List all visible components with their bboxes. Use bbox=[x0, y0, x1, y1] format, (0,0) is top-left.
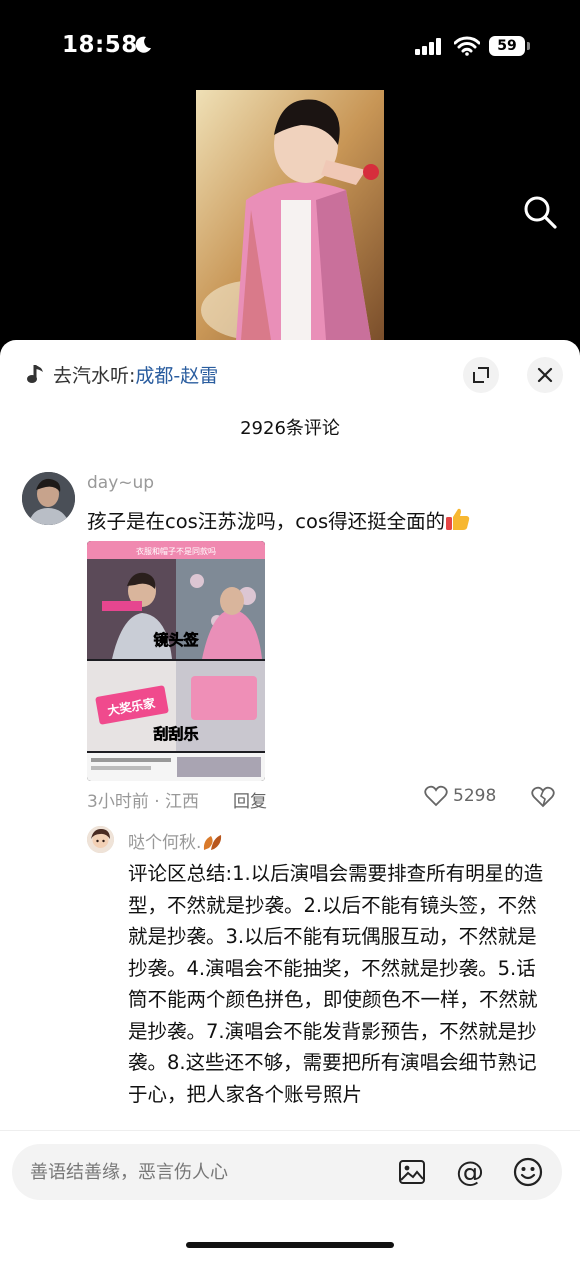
comment-input[interactable] bbox=[30, 1144, 390, 1200]
comment-input-bar: @ bbox=[0, 1130, 580, 1261]
heart-icon bbox=[424, 785, 448, 807]
comment-text[interactable]: 孩子是在cos汪苏泷吗，cos得还挺全面的 bbox=[87, 505, 471, 534]
comment-sheet: 去汽水听:成都-赵雷 2926条评论 day~up 孩子是在cos汪苏泷吗，co… bbox=[0, 340, 580, 1261]
comment-input-container[interactable]: @ bbox=[12, 1144, 562, 1200]
broken-heart-icon[interactable] bbox=[531, 785, 555, 809]
close-icon bbox=[537, 367, 553, 383]
comment-meta: 3小时前 · 江西 bbox=[87, 792, 200, 812]
collage-caption-top: 衣服和帽子不是同款吗 bbox=[136, 546, 216, 556]
emoji-icon[interactable] bbox=[512, 1156, 544, 1188]
moon-icon bbox=[135, 36, 151, 53]
reply-text[interactable]: 评论区总结:1.以后演唱会需要排查所有明星的造型，不然就是抄袭。2.以后不能有镜… bbox=[128, 858, 553, 1110]
reply-button[interactable]: 回复 bbox=[233, 787, 267, 812]
wifi-icon bbox=[454, 36, 480, 56]
image-picker-icon[interactable] bbox=[398, 1158, 426, 1186]
collage-caption-lens: 镜头签 bbox=[153, 631, 199, 649]
music-source-title[interactable]: 成都-赵雷 bbox=[135, 365, 218, 387]
close-button[interactable] bbox=[527, 357, 563, 393]
like-button[interactable]: 5298 bbox=[424, 785, 496, 807]
music-source-link[interactable]: 去汽水听:成都-赵雷 bbox=[53, 361, 218, 388]
like-count: 5298 bbox=[453, 786, 497, 806]
cellular-signal-icon bbox=[415, 37, 441, 55]
battery-tip bbox=[527, 42, 530, 50]
comment-count: 2926条评论 bbox=[240, 418, 340, 439]
search-icon[interactable] bbox=[522, 194, 558, 230]
home-indicator bbox=[186, 1242, 394, 1248]
mention-icon[interactable]: @ bbox=[454, 1156, 486, 1188]
status-bar: 18:58 59 bbox=[0, 0, 580, 90]
music-note-icon bbox=[27, 365, 43, 383]
sheet-header: 去汽水听:成都-赵雷 2926条评论 bbox=[0, 340, 580, 439]
video-thumbnail[interactable] bbox=[196, 90, 384, 340]
reply-avatar-image bbox=[87, 826, 114, 853]
comment-text-body: 孩子是在cos汪苏泷吗，cos得还挺全面的 bbox=[87, 510, 446, 533]
reply-username-text: 哒个何秋. bbox=[128, 833, 202, 853]
collage-caption-scratch: 刮刮乐 bbox=[153, 725, 198, 743]
expand-button[interactable] bbox=[463, 357, 499, 393]
avatar[interactable] bbox=[22, 472, 75, 525]
comment-image[interactable]: 衣服和帽子不是同款吗 镜头签 大奖乐家 刮刮乐 bbox=[87, 541, 265, 781]
battery-indicator: 59 bbox=[489, 36, 525, 56]
comment-image-collage: 衣服和帽子不是同款吗 镜头签 大奖乐家 刮刮乐 bbox=[87, 541, 265, 781]
music-source-prefix: 去汽水听: bbox=[53, 365, 136, 387]
comment-username[interactable]: day~up bbox=[87, 473, 154, 493]
thumbs-up-emoji-icon bbox=[446, 508, 470, 530]
leaves-emoji-icon bbox=[204, 835, 222, 850]
reply-username[interactable]: 哒个何秋. bbox=[128, 828, 223, 853]
video-player[interactable] bbox=[0, 90, 580, 350]
avatar-image bbox=[22, 472, 75, 525]
performer-image bbox=[196, 90, 384, 340]
reply-avatar[interactable] bbox=[87, 826, 114, 853]
expand-icon bbox=[473, 367, 489, 383]
status-time: 18:58 bbox=[62, 32, 138, 58]
